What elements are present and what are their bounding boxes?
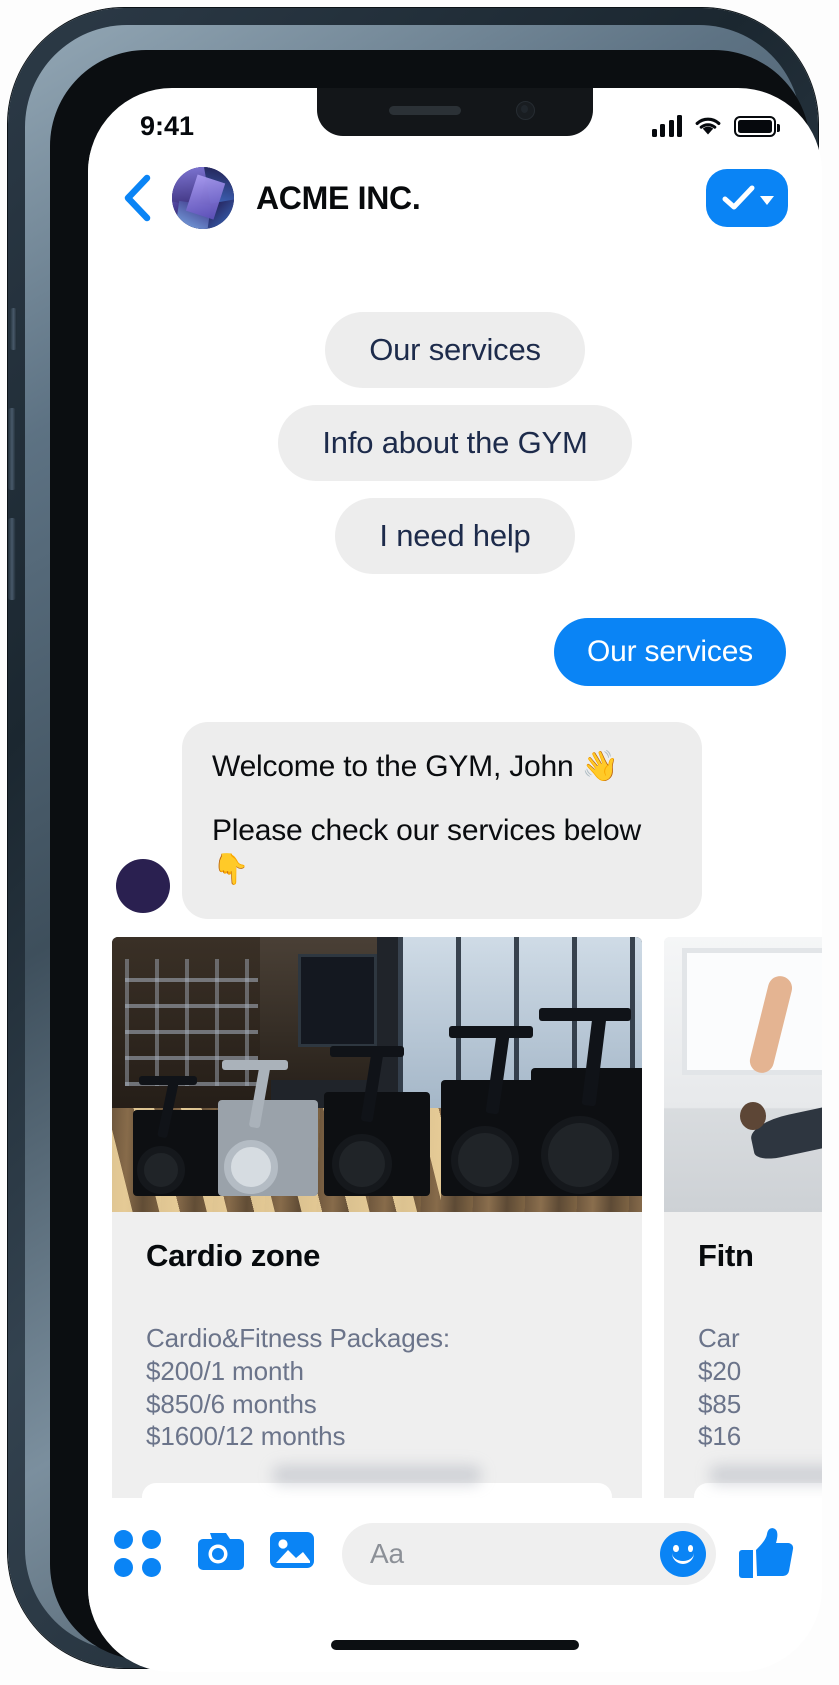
cardio-gym-photo — [112, 937, 642, 1213]
avatar[interactable] — [116, 859, 170, 914]
quick-reply-i-need-help[interactable]: I need help — [335, 498, 575, 574]
page-title: ACME INC. — [256, 179, 421, 216]
earpiece-speaker — [389, 106, 461, 115]
outgoing-message-bubble: Our services — [554, 618, 786, 686]
card-detail-line: Cardio&Fitness Packages: — [146, 1323, 450, 1354]
signal-bars-icon — [651, 115, 682, 137]
gallery-button[interactable] — [266, 1526, 322, 1582]
message-input[interactable]: Aa — [342, 1523, 716, 1585]
camera-icon — [198, 1533, 244, 1570]
volume-down-button[interactable] — [8, 518, 16, 600]
volume-up-button[interactable] — [8, 408, 16, 490]
phone-bezel: 9:41 ACME INC. Our services Info about t… — [50, 50, 822, 1672]
back-chevron-icon — [124, 174, 151, 222]
card-detail-line: Car — [698, 1323, 740, 1354]
chat-thread[interactable]: Our services Info about the GYM I need h… — [88, 246, 822, 1548]
status-time: 9:41 — [140, 110, 195, 141]
card-title: Cardio zone — [146, 1238, 321, 1274]
quick-reply-our-services[interactable]: Our services — [325, 312, 585, 388]
card-detail-line: $85 — [698, 1388, 742, 1419]
card-detail-line: $1600/12 months — [146, 1421, 346, 1452]
outgoing-message-row: Our services — [112, 618, 798, 686]
message-line-1: Welcome to the GYM, John 👋 — [212, 750, 619, 783]
mute-switch[interactable] — [10, 308, 17, 350]
card-detail-line: $16 — [698, 1421, 742, 1452]
card-detail-line: $200/1 month — [146, 1355, 304, 1386]
screenshot-stage: 9:41 ACME INC. Our services Info about t… — [0, 0, 839, 1685]
photo-gallery-icon — [270, 1532, 314, 1568]
quick-reply-list: Our services Info about the GYM I need h… — [112, 246, 798, 574]
card-details: Cardio&Fitness Packages: $200/1 month $8… — [112, 1274, 642, 1453]
four-dots-grid-icon — [114, 1530, 170, 1577]
checkmark-icon — [722, 185, 754, 210]
message-line-2: Please check our services below 👇 — [212, 814, 642, 886]
avatar[interactable] — [172, 167, 234, 229]
phone-band: 9:41 ACME INC. Our services Info about t… — [25, 25, 822, 1672]
card-cardio-zone[interactable]: Cardio zone Cardio&Fitness Packages: $20… — [112, 937, 642, 1546]
caret-down-icon — [759, 196, 774, 205]
card-carousel[interactable]: Cardio zone Cardio&Fitness Packages: $20… — [112, 937, 822, 1546]
subscribe-confirm-button[interactable] — [706, 169, 788, 227]
yoga-stretch-photo — [664, 937, 822, 1213]
card-title: Fitn — [698, 1238, 754, 1274]
battery-full-icon — [734, 115, 780, 137]
card-details: Car $20 $85 $16 — [664, 1274, 822, 1453]
message-toolbar: Aa — [88, 1498, 822, 1610]
status-indicators — [651, 115, 780, 137]
blurred-label — [272, 1465, 482, 1486]
phone-screen: 9:41 ACME INC. Our services Info about t… — [88, 88, 822, 1672]
card-detail-line: $20 — [698, 1355, 742, 1386]
emoji-button[interactable] — [660, 1531, 706, 1577]
camera-button[interactable] — [190, 1526, 246, 1582]
notch — [317, 88, 593, 136]
wifi-icon — [695, 117, 721, 135]
apps-button[interactable] — [114, 1526, 170, 1582]
chat-header: ACME INC. — [88, 150, 822, 246]
like-button[interactable] — [736, 1525, 796, 1583]
front-camera-icon — [516, 101, 535, 120]
home-indicator[interactable] — [331, 1640, 579, 1650]
card-fitness-zone[interactable]: Fitn Car $20 $85 $16 — [664, 937, 822, 1546]
quick-reply-info-about-gym[interactable]: Info about the GYM — [278, 405, 632, 481]
blurred-label — [709, 1465, 822, 1486]
message-input-placeholder: Aa — [370, 1538, 404, 1569]
back-button[interactable] — [118, 172, 164, 224]
phone-frame: 9:41 ACME INC. Our services Info about t… — [8, 8, 822, 1672]
card-detail-line: $850/6 months — [146, 1388, 317, 1419]
incoming-message-row: Welcome to the GYM, John 👋 Please check … — [112, 722, 798, 920]
incoming-message-bubble: Welcome to the GYM, John 👋 Please check … — [182, 722, 702, 920]
thumbs-up-icon — [739, 1528, 794, 1578]
